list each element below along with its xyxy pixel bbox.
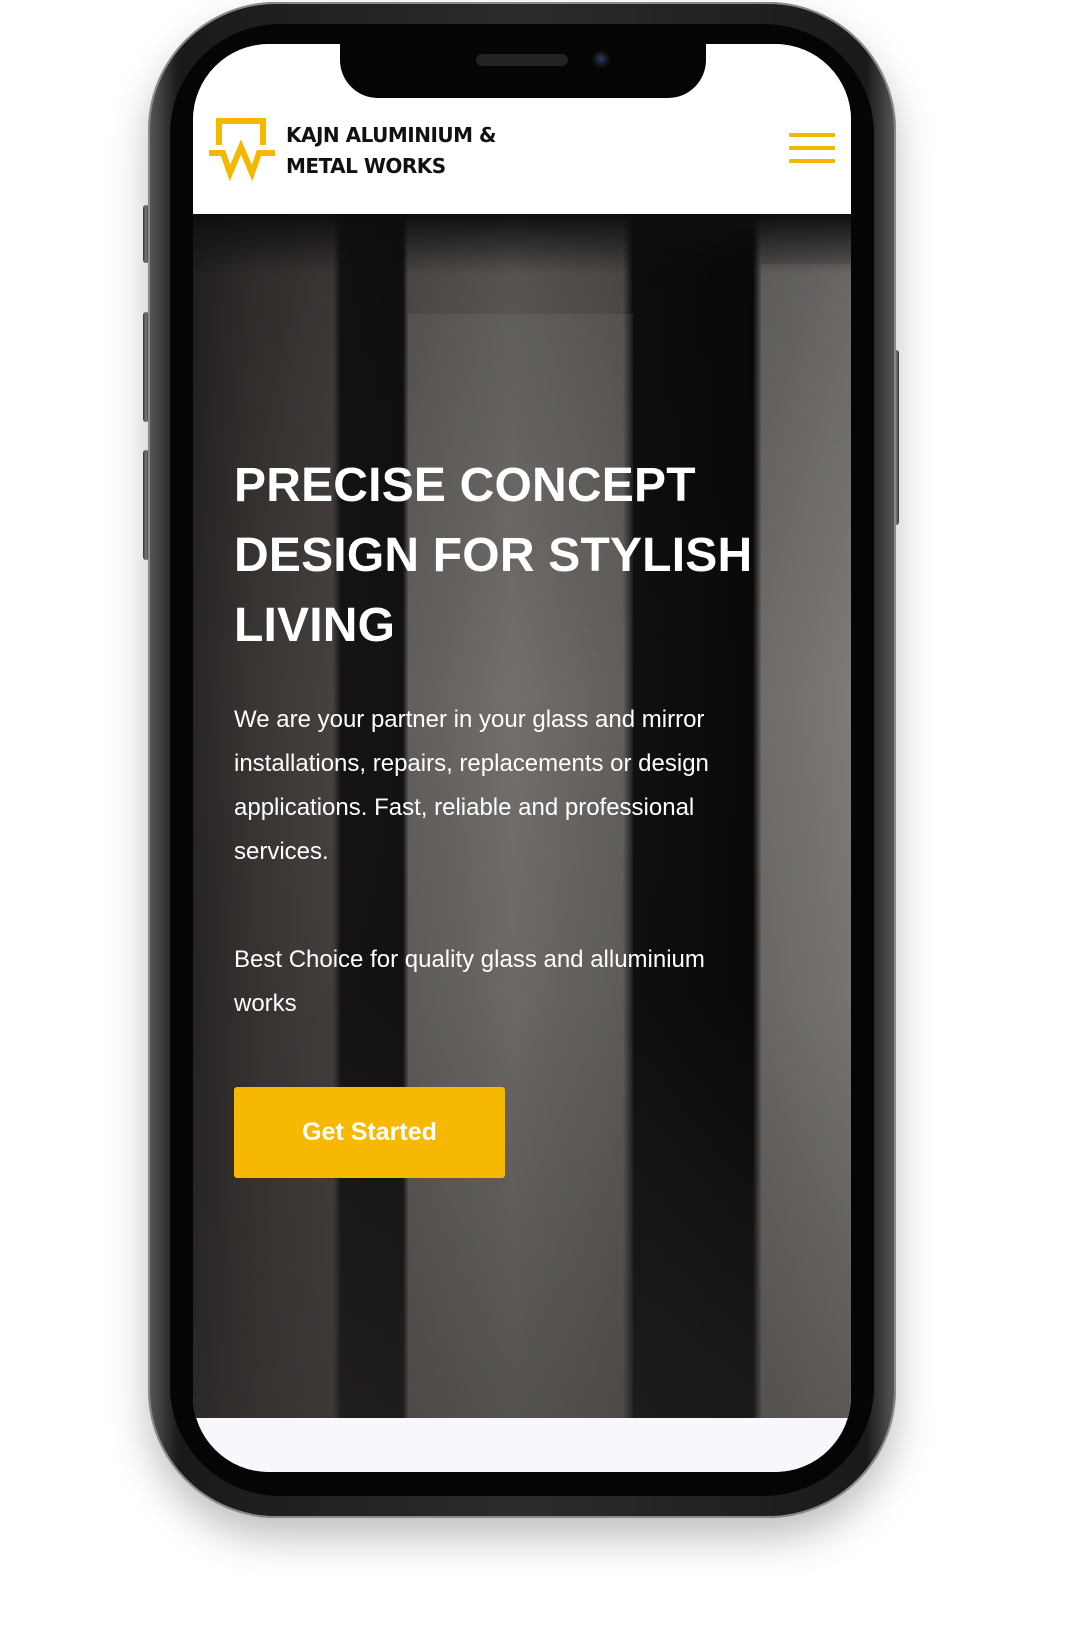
hero-description-line: installations, repairs, replacements or … (234, 750, 709, 777)
hero-description-line: applications. Fast, reliable and profess… (234, 794, 695, 821)
hero-tagline-line: works (234, 990, 297, 1017)
menu-bar-top (789, 133, 835, 137)
hero-description-line: services. (234, 838, 329, 865)
hero-section: PRECISE CONCEPT DESIGN FOR STYLISH LIVIN… (193, 214, 851, 1418)
hero-background-shade (193, 214, 851, 274)
get-started-button[interactable]: Get Started (234, 1087, 505, 1178)
hero-description-line: We are your partner in your glass and mi… (234, 706, 705, 733)
hamburger-menu-icon[interactable] (789, 132, 837, 166)
brand-name-line2: METAL WORKS (286, 154, 446, 178)
hero-title-line: PRECISE CONCEPT (234, 459, 696, 512)
next-section (193, 1418, 851, 1472)
phone-screen: KAJN ALUMINIUM & METAL WORKS PRECISE CON… (193, 44, 851, 1472)
hero-description: We are your partner in your glass and mi… (234, 698, 794, 874)
hero-tagline: Best Choice for quality glass and allumi… (234, 938, 794, 1026)
brand-name-line1: KAJN ALUMINIUM & (286, 123, 496, 147)
hero-title-line: DESIGN FOR STYLISH (234, 529, 753, 582)
kajn-w-logo-icon (209, 118, 275, 182)
hero-background-floor (193, 998, 851, 1418)
menu-bar-bottom (789, 159, 835, 163)
hero-tagline-line: Best Choice for quality glass and allumi… (234, 946, 705, 973)
hero-title: PRECISE CONCEPT DESIGN FOR STYLISH LIVIN… (234, 451, 824, 661)
phone-notch (340, 40, 706, 98)
front-camera (592, 50, 610, 68)
earpiece-speaker (476, 54, 568, 66)
menu-bar-middle (789, 146, 835, 150)
brand-name: KAJN ALUMINIUM & METAL WORKS (286, 120, 546, 182)
hero-title-line: LIVING (234, 599, 396, 652)
